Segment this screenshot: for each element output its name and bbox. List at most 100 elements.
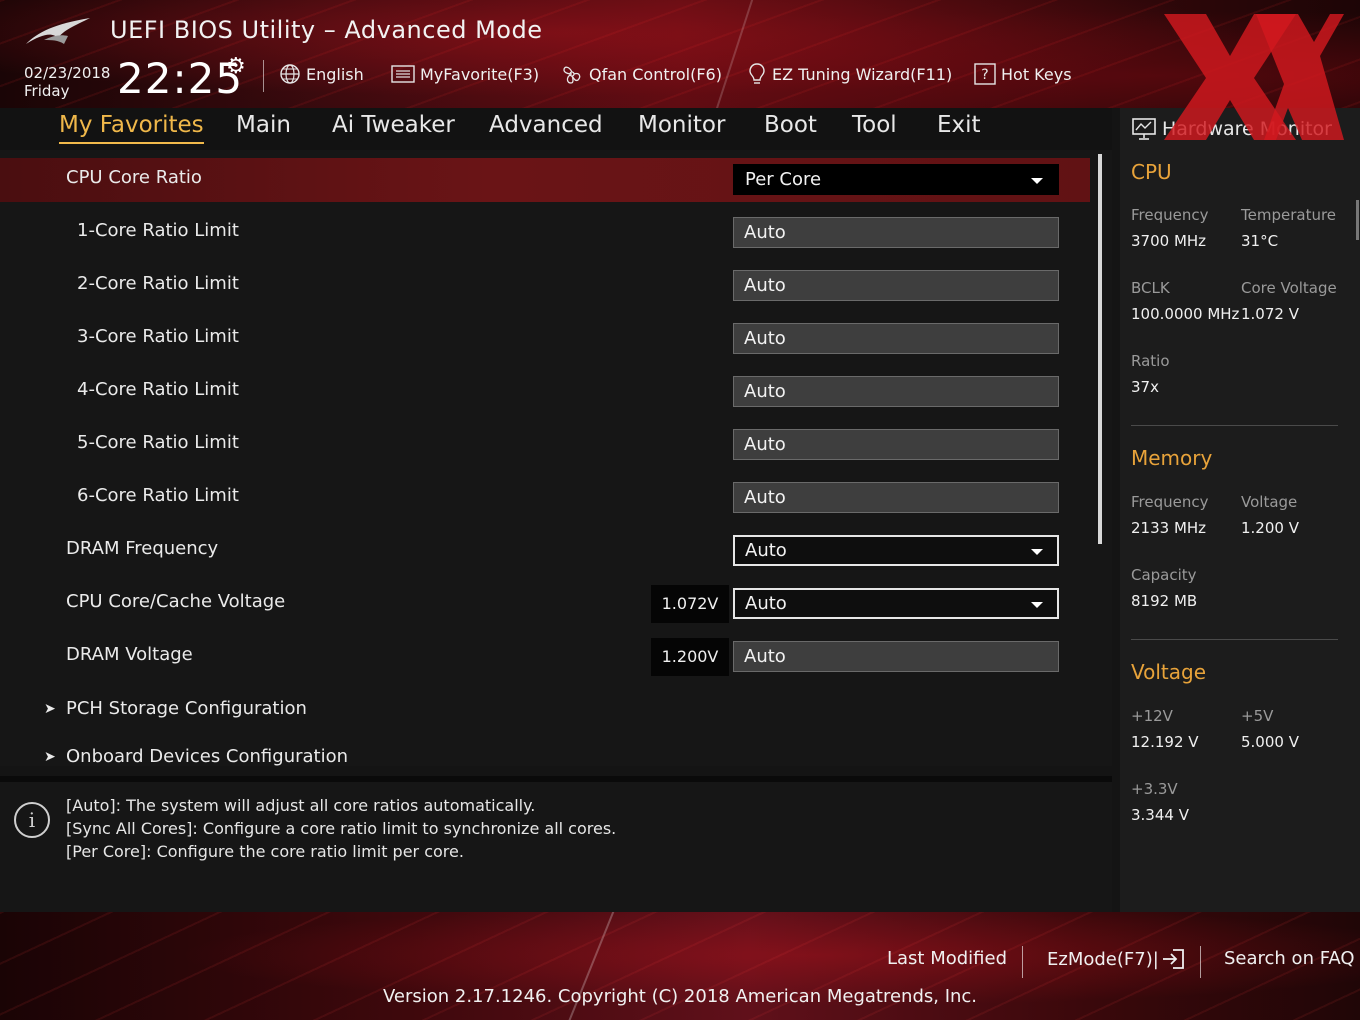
setting-row-dram-frequency[interactable]: DRAM Frequency Auto [0,526,1090,570]
setting-row-2-core-ratio-limit[interactable]: 2-Core Ratio Limit Auto [0,261,1090,305]
setting-row-6-core-ratio-limit[interactable]: 6-Core Ratio Limit Auto [0,473,1090,517]
globe-icon [280,64,300,84]
setting-row-cpu-core-cache-voltage[interactable]: CPU Core/Cache Voltage 1.072V Auto [0,579,1090,623]
help-panel: i [Auto]: The system will adjust all cor… [0,776,1112,912]
dram-voltage-field[interactable]: Auto [733,641,1059,672]
version-copyright: Version 2.17.1246. Copyright (C) 2018 Am… [382,986,978,1007]
tab-tool[interactable]: Tool [852,112,897,138]
v12-label: +12V [1131,707,1173,725]
dropdown-value: Auto [745,593,787,614]
svg-text:?: ? [981,67,988,83]
hot-keys-button[interactable]: ? Hot Keys [974,62,1072,86]
dram-voltage-reading: 1.200V [651,638,729,676]
ez-tuning-wizard-button[interactable]: EZ Tuning Wizard(F11) [747,62,952,86]
memory-voltage-value: 1.200 V [1241,519,1299,537]
memory-frequency-value: 2133 MHz [1131,519,1207,537]
search-on-faq-button[interactable]: Search on FAQ [1224,948,1355,969]
5-core-ratio-limit-field[interactable]: Auto [733,429,1059,460]
ezmode-button[interactable]: EzMode(F7)| [1047,948,1185,970]
header-separator [263,60,264,92]
lightbulb-icon [749,63,765,84]
chevron-right-icon: ➤ [44,749,56,765]
chevron-down-icon [1031,602,1043,608]
3-core-ratio-limit-field[interactable]: Auto [733,323,1059,354]
fan-icon [563,66,581,84]
language-label: English [306,64,364,84]
v33-value: 3.344 V [1131,806,1189,824]
setting-row-3-core-ratio-limit[interactable]: 3-Core Ratio Limit Auto [0,314,1090,358]
setting-label: DRAM Frequency [66,538,219,559]
v12-value: 12.192 V [1131,733,1199,751]
ratio-value: 37x [1131,378,1159,396]
info-icon: i [14,802,50,838]
cpu-core-cache-voltage-dropdown[interactable]: Auto [733,588,1059,619]
monitor-divider [1131,639,1338,640]
qfan-control-button[interactable]: Qfan Control(F6) [560,62,722,86]
cpu-temperature-value: 31°C [1241,232,1279,250]
cpu-frequency-value: 3700 MHz [1131,232,1207,250]
2-core-ratio-limit-field[interactable]: Auto [733,270,1059,301]
clock-time: 22:25 [117,54,244,103]
tab-monitor[interactable]: Monitor [638,112,725,138]
tab-boot[interactable]: Boot [764,112,817,138]
submenu-label: Onboard Devices Configuration [66,746,349,766]
core-voltage-value: 1.072 V [1241,305,1299,323]
1-core-ratio-limit-field[interactable]: Auto [733,217,1059,248]
core-voltage-label: Core Voltage [1241,279,1337,297]
capacity-label: Capacity [1131,566,1197,584]
monitor-divider [1131,425,1338,426]
day-text: Friday [24,82,70,100]
setting-label: 4-Core Ratio Limit [77,379,239,400]
setting-label: 6-Core Ratio Limit [77,485,239,506]
header-bar: UEFI BIOS Utility – Advanced Mode 02/23/… [0,0,1360,108]
hot-keys-label: Hot Keys [1001,64,1072,84]
cpu-heading: CPU [1131,160,1172,184]
4-core-ratio-limit-field[interactable]: Auto [733,376,1059,407]
last-modified-button[interactable]: Last Modified [887,948,1007,969]
dropdown-value: Auto [745,540,787,561]
ez-tuning-wizard-label: EZ Tuning Wizard(F11) [772,64,953,84]
chevron-down-icon [1031,178,1043,184]
rog-logo-icon [26,18,90,44]
settings-list: CPU Core Ratio Per Core 1-Core Ratio Lim… [0,150,1112,766]
tab-my-favorites[interactable]: My Favorites [59,112,204,144]
setting-row-dram-voltage[interactable]: DRAM Voltage 1.200V Auto [0,632,1090,676]
hardware-monitor-panel: Hardware Monitor CPU Frequency Temperatu… [1120,108,1360,912]
cpu-temperature-label: Temperature [1241,206,1337,224]
6-core-ratio-limit-field[interactable]: Auto [733,482,1059,513]
clock-settings-gear-icon[interactable]: ⚙ [226,54,246,79]
xx-watermark-logo [1164,14,1344,140]
setting-row-1-core-ratio-limit[interactable]: 1-Core Ratio Limit Auto [0,208,1090,252]
tab-advanced[interactable]: Advanced [489,112,603,138]
myfavorite-label: MyFavorite(F3) [420,64,540,84]
tab-ai-tweaker[interactable]: Ai Tweaker [332,112,455,138]
help-line: [Auto]: The system will adjust all core … [66,796,536,815]
setting-label: CPU Core Ratio [66,167,202,188]
bclk-label: BCLK [1131,279,1170,297]
cpu-frequency-label: Frequency [1131,206,1209,224]
settings-scrollbar[interactable] [1098,154,1102,544]
dram-frequency-dropdown[interactable]: Auto [733,535,1059,566]
ezmode-label: EzMode(F7)| [1047,948,1159,970]
monitor-icon [1132,118,1156,140]
tab-exit[interactable]: Exit [937,112,981,138]
setting-label: DRAM Voltage [66,644,193,665]
cpu-core-ratio-dropdown[interactable]: Per Core [733,164,1059,195]
date-text: 02/23/2018 [24,64,111,82]
submenu-pch-storage-configuration[interactable]: ➤ PCH Storage Configuration [0,686,1090,730]
setting-row-4-core-ratio-limit[interactable]: 4-Core Ratio Limit Auto [0,367,1090,411]
myfavorite-button[interactable]: MyFavorite(F3) [391,62,539,86]
ratio-label: Ratio [1131,352,1170,370]
monitor-scrollbar[interactable] [1356,200,1359,240]
v5-value: 5.000 V [1241,733,1299,751]
date-block: 02/23/2018 Friday [24,64,110,100]
setting-row-5-core-ratio-limit[interactable]: 5-Core Ratio Limit Auto [0,420,1090,464]
submenu-label: PCH Storage Configuration [66,698,307,719]
setting-row-cpu-core-ratio[interactable]: CPU Core Ratio Per Core [0,158,1090,202]
help-line: [Sync All Cores]: Configure a core ratio… [66,819,617,838]
voltage-heading: Voltage [1131,660,1207,684]
submenu-onboard-devices-configuration[interactable]: ➤ Onboard Devices Configuration [0,734,1090,766]
language-button[interactable]: English [279,62,364,86]
tab-main[interactable]: Main [236,112,291,138]
chevron-down-icon [1031,549,1043,555]
